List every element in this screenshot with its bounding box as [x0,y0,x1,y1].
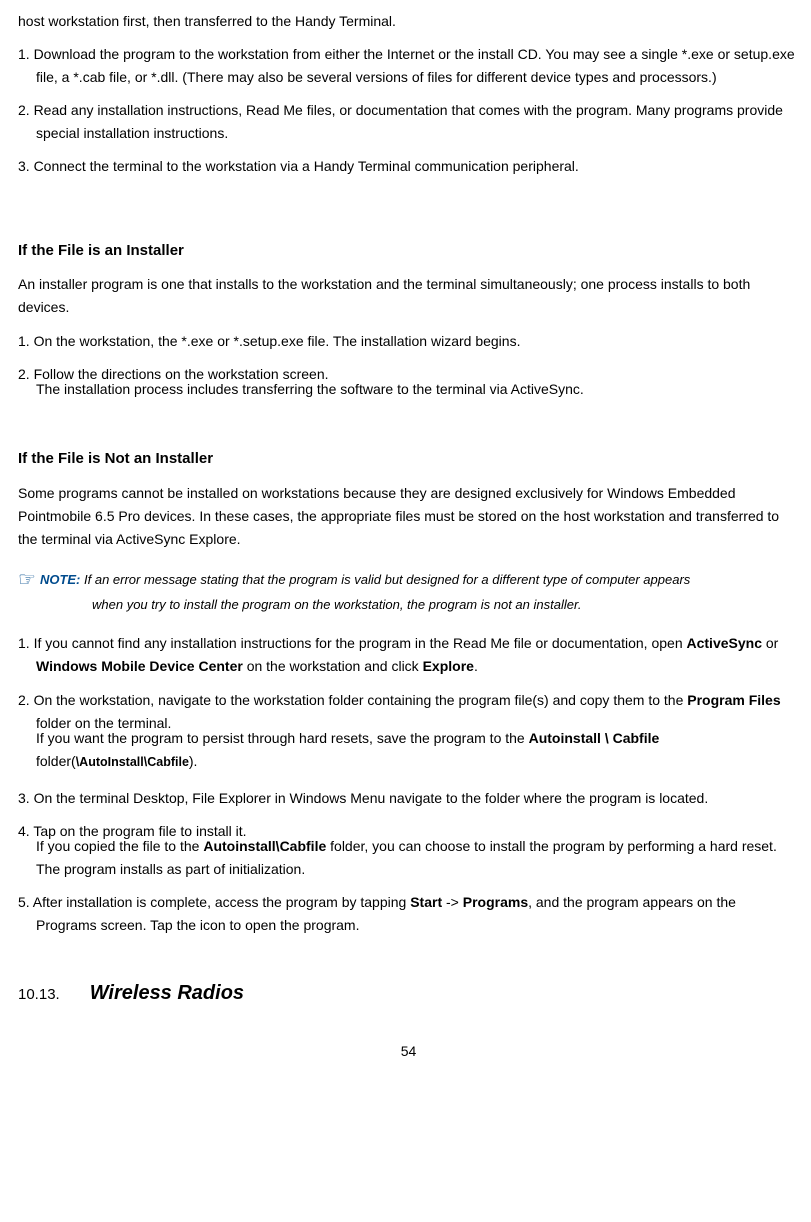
step-4-text-b: If you copied the file to the [36,838,203,854]
section-row: 10.13. Wireless Radios [18,977,799,1010]
step-5-bold-programs: Programs [463,894,528,910]
intro-fragment: host workstation first, then transferred… [18,10,799,33]
step-5-text-a: 5. After installation is complete, acces… [18,894,410,910]
step-5: 5. After installation is complete, acces… [18,891,799,937]
installer-step-2b: The installation process includes transf… [18,378,799,401]
note-text-line1: If an error message stating that the pro… [80,572,690,587]
step-1-text-a: 1. If you cannot find any installation i… [18,635,687,651]
step-2-bold-progfiles: Program Files [687,692,780,708]
step-1-text-c: or [762,635,778,651]
step-1-bold-explore: Explore [423,658,474,674]
step-2-text-f: folder( [36,753,76,769]
page-number: 54 [18,1040,799,1063]
step-2-bold-path: \AutoInstall\Cabfile [76,755,189,769]
hand-icon: ☞ [18,569,36,591]
step-2-bold-autoinstall: Autoinstall \ Cabfile [529,730,660,746]
step-1-bold-activesync: ActiveSync [687,635,762,651]
section-title: Wireless Radios [90,982,244,1004]
note-label: NOTE: [40,572,80,587]
step-2-line2: If you want the program to persist throu… [18,727,799,773]
step-4-line2: If you copied the file to the Autoinstal… [18,835,799,881]
step-1-text-e: on the workstation and click [243,658,423,674]
step-5-bold-start: Start [410,894,442,910]
step-2-text-h: ). [189,753,198,769]
intro-step-3: 3. Connect the terminal to the workstati… [18,155,799,178]
step-2-text-a: 2. On the workstation, navigate to the w… [18,692,687,708]
step-2-text-d: If you want the program to persist throu… [36,730,529,746]
installer-para: An installer program is one that install… [18,273,799,319]
not-installer-para: Some programs cannot be installed on wor… [18,482,799,551]
intro-step-2: 2. Read any installation instructions, R… [18,99,799,145]
step-4-bold-autoinstall: Autoinstall\Cabfile [203,838,326,854]
intro-step-1: 1. Download the program to the workstati… [18,43,799,89]
heading-installer: If the File is an Installer [18,239,799,264]
note-text-line2: when you try to install the program on t… [18,595,799,615]
step-5-text-c: -> [442,894,463,910]
heading-not-installer: If the File is Not an Installer [18,447,799,472]
note-block: ☞ NOTE: If an error message stating that … [18,565,799,615]
step-1-text-g: . [474,658,478,674]
section-number: 10.13. [18,983,60,1008]
step-1-bold-wmdc: Windows Mobile Device Center [36,658,243,674]
step-1: 1. If you cannot find any installation i… [18,632,799,678]
installer-step-1: 1. On the workstation, the *.exe or *.se… [18,330,799,353]
step-3: 3. On the terminal Desktop, File Explore… [18,787,799,810]
